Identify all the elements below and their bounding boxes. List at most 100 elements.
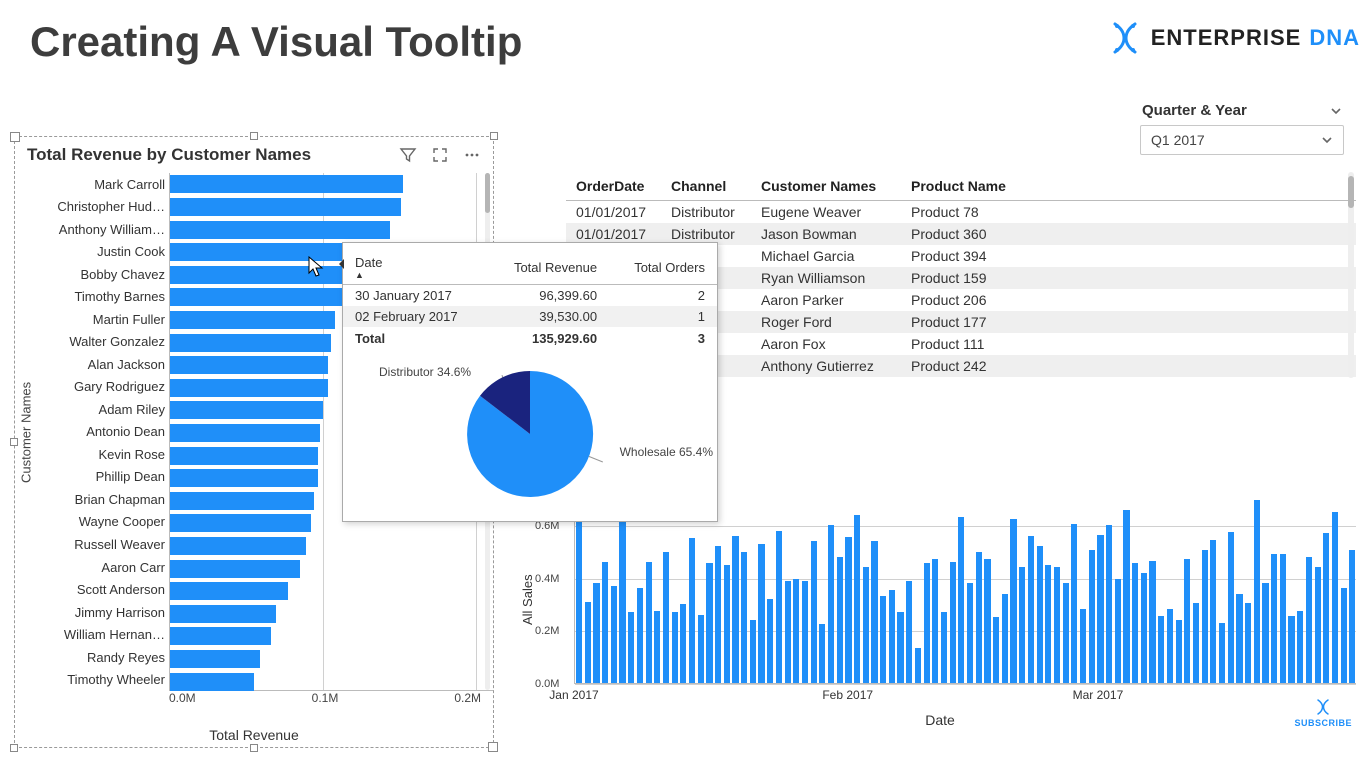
column-bar[interactable] — [1315, 567, 1321, 683]
scrollbar-thumb[interactable] — [485, 173, 490, 213]
column-bar[interactable] — [1002, 594, 1008, 683]
scrollbar-thumb[interactable] — [1348, 176, 1354, 208]
column-bar[interactable] — [706, 563, 712, 683]
column-bar[interactable] — [1037, 546, 1043, 683]
column-bar[interactable] — [1097, 535, 1103, 684]
bar[interactable] — [170, 673, 254, 691]
column-bar[interactable] — [1193, 603, 1199, 683]
column-bar[interactable] — [924, 563, 930, 683]
column-bar[interactable] — [1288, 616, 1294, 683]
column-bar[interactable] — [958, 517, 964, 683]
column-bar[interactable] — [1184, 559, 1190, 683]
bar[interactable] — [170, 424, 320, 442]
focus-mode-icon[interactable] — [431, 146, 449, 164]
column-bar[interactable] — [724, 565, 730, 683]
column-bar[interactable] — [906, 581, 912, 684]
column-bar[interactable] — [1236, 594, 1242, 683]
column-bar[interactable] — [1123, 510, 1129, 683]
bar[interactable] — [170, 356, 328, 374]
column-bar[interactable] — [1045, 565, 1051, 683]
column-bar[interactable] — [941, 612, 947, 683]
column-bar[interactable] — [689, 538, 695, 683]
bar[interactable] — [170, 447, 318, 465]
bar[interactable] — [170, 582, 288, 600]
column-bar[interactable] — [854, 515, 860, 683]
bar[interactable] — [170, 560, 300, 578]
column-bar[interactable] — [602, 562, 608, 683]
column-bar[interactable] — [1262, 583, 1268, 683]
column-bar[interactable] — [1341, 588, 1347, 683]
column-bar[interactable] — [593, 583, 599, 683]
column-bar[interactable] — [741, 552, 747, 683]
column-bar[interactable] — [889, 590, 895, 683]
column-bar[interactable] — [672, 612, 678, 683]
column-bar[interactable] — [932, 559, 938, 683]
column-bar[interactable] — [1141, 573, 1147, 683]
column-bar[interactable] — [767, 599, 773, 683]
table-column-header[interactable]: Customer Names — [751, 172, 901, 201]
column-bar[interactable] — [1349, 550, 1355, 683]
column-bar[interactable] — [619, 520, 625, 683]
column-bar[interactable] — [819, 624, 825, 683]
column-bar[interactable] — [1132, 563, 1138, 683]
column-bar[interactable] — [1071, 524, 1077, 683]
column-bar[interactable] — [1089, 550, 1095, 683]
column-bar[interactable] — [837, 557, 843, 683]
column-bar[interactable] — [698, 615, 704, 683]
slicer-dropdown[interactable]: Q1 2017 — [1140, 125, 1344, 155]
column-bar[interactable] — [811, 541, 817, 683]
column-bar[interactable] — [863, 567, 869, 683]
column-bar[interactable] — [793, 579, 799, 683]
column-bar[interactable] — [880, 596, 886, 683]
quarter-year-slicer[interactable]: Quarter & Year Q1 2017 — [1140, 96, 1344, 155]
column-bar[interactable] — [1271, 554, 1277, 683]
bar[interactable] — [170, 311, 335, 329]
more-options-icon[interactable] — [463, 146, 481, 164]
column-bar[interactable] — [1149, 561, 1155, 683]
bar[interactable] — [170, 334, 331, 352]
table-column-header[interactable]: Channel — [661, 172, 751, 201]
column-bar[interactable] — [1245, 603, 1251, 683]
column-bar[interactable] — [1332, 512, 1338, 683]
column-bar[interactable] — [871, 541, 877, 683]
column-bar[interactable] — [828, 525, 834, 683]
column-bar[interactable] — [715, 546, 721, 683]
bar[interactable] — [170, 288, 343, 306]
column-bar[interactable] — [1306, 557, 1312, 683]
column-bar[interactable] — [1080, 609, 1086, 683]
column-bar[interactable] — [802, 581, 808, 684]
column-bar[interactable] — [1063, 583, 1069, 683]
all-sales-column-chart[interactable]: All Sales 0.0M0.2M0.4M0.6M Jan 2017Feb 2… — [520, 500, 1360, 728]
column-bar[interactable] — [950, 562, 956, 683]
column-bar[interactable] — [1323, 533, 1329, 683]
column-bar[interactable] — [993, 617, 999, 683]
column-bar[interactable] — [915, 648, 921, 683]
bar[interactable] — [170, 492, 314, 510]
column-bar[interactable] — [585, 602, 591, 683]
column-bar[interactable] — [1019, 567, 1025, 683]
column-bar[interactable] — [1254, 500, 1260, 683]
bar[interactable] — [170, 469, 318, 487]
bar[interactable] — [170, 401, 323, 419]
column-bar[interactable] — [984, 559, 990, 683]
filter-icon[interactable] — [399, 146, 417, 164]
column-bar[interactable] — [646, 562, 652, 683]
column-bar[interactable] — [1210, 540, 1216, 683]
bar[interactable] — [170, 627, 271, 645]
col-plot-area[interactable]: 0.0M0.2M0.4M0.6M — [574, 500, 1356, 684]
chevron-down-icon[interactable] — [1330, 105, 1342, 117]
column-bar[interactable] — [976, 552, 982, 683]
column-bar[interactable] — [680, 604, 686, 683]
column-bar[interactable] — [776, 531, 782, 683]
column-bar[interactable] — [1158, 616, 1164, 683]
bar[interactable] — [170, 650, 260, 668]
column-bar[interactable] — [663, 552, 669, 683]
column-bar[interactable] — [1010, 519, 1016, 683]
bar[interactable] — [170, 175, 403, 193]
bar[interactable] — [170, 514, 311, 532]
column-bar[interactable] — [1106, 525, 1112, 683]
bar[interactable] — [170, 537, 306, 555]
column-bar[interactable] — [1176, 620, 1182, 683]
column-bar[interactable] — [611, 586, 617, 683]
bar[interactable] — [170, 221, 390, 239]
